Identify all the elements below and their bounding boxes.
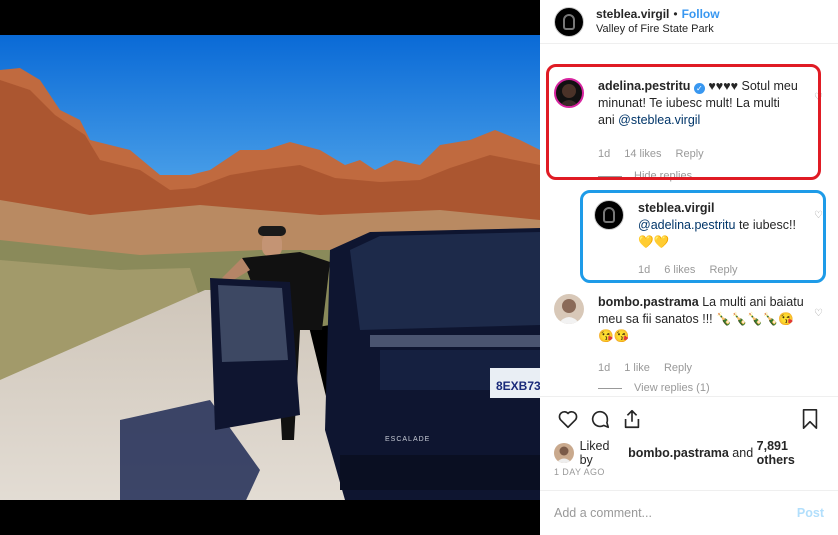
reply-username[interactable]: steblea.virgil <box>638 201 714 215</box>
likes-others[interactable]: 7,891 others <box>757 439 828 467</box>
comment-likes[interactable]: 14 likes <box>624 148 661 160</box>
add-comment-bar: Post <box>540 490 838 535</box>
reply-age[interactable]: 1d <box>638 264 650 276</box>
avatar-logo-icon <box>563 13 575 30</box>
comment-username[interactable]: bombo.pastrama <box>598 295 699 309</box>
comment-item: adelina.pestritu ✓ ♥♥♥♥ Sotul meu minuna… <box>554 78 838 188</box>
comment-mention[interactable]: @steblea.virgil <box>618 113 700 127</box>
comments-list[interactable]: adelina.pestritu ✓ ♥♥♥♥ Sotul meu minuna… <box>540 56 838 396</box>
comment-avatar[interactable] <box>554 294 584 324</box>
post-timestamp[interactable]: 1 DAY AGO <box>554 467 605 477</box>
reply-body: steblea.virgil @adelina.pestritu te iube… <box>638 200 798 251</box>
comment-avatar[interactable] <box>554 78 584 108</box>
likes-middle: and <box>728 446 757 460</box>
toggle-label: View replies (1) <box>634 382 710 394</box>
avatar-logo-icon <box>603 207 615 223</box>
reply-meta: 1d 6 likes Reply <box>638 264 738 276</box>
separator-dot: • <box>673 6 678 21</box>
reply-text: te iubesc!! <box>735 218 796 232</box>
reply-avatar[interactable] <box>594 200 624 230</box>
avatar-photo-icon <box>559 84 579 106</box>
comment-button[interactable] <box>584 403 616 435</box>
liker-avatar[interactable] <box>554 443 574 463</box>
comment-body: adelina.pestritu ✓ ♥♥♥♥ Sotul meu minuna… <box>598 78 798 129</box>
comment-bubble-icon <box>591 410 610 428</box>
comment-likes[interactable]: 1 like <box>624 362 650 374</box>
comment-age[interactable]: 1d <box>598 148 610 160</box>
follow-button[interactable]: Follow <box>682 7 720 21</box>
comment-like-heart-icon[interactable]: ♡ <box>814 308 824 319</box>
likes-summary: Liked by bombo.pastrama and 7,891 others <box>554 439 828 467</box>
comment-meta: 1d 1 like Reply <box>598 362 692 374</box>
post-photo[interactable]: 8EXB73 ESCALADE <box>0 0 540 535</box>
reply-button[interactable]: Reply <box>676 148 704 160</box>
post-header: steblea.virgil • Follow Valley of Fire Sta… <box>540 0 838 44</box>
toggle-label: Hide replies <box>634 170 693 182</box>
reply-likes[interactable]: 6 likes <box>664 264 695 276</box>
avatar-photo-icon <box>558 299 580 324</box>
post-location[interactable]: Valley of Fire State Park <box>596 22 720 37</box>
save-button[interactable] <box>794 403 826 435</box>
bookmark-icon <box>802 408 818 429</box>
likes-prefix: Liked by <box>579 439 610 467</box>
verified-badge-icon: ✓ <box>693 83 705 94</box>
comment-meta: 1d 14 likes Reply <box>598 148 704 160</box>
comment-body: bombo.pastrama La multi ani baiatu meu s… <box>598 294 808 345</box>
reply-like-heart-icon[interactable]: ♡ <box>814 210 824 221</box>
comment-like-heart-icon[interactable]: ♡ <box>814 92 824 103</box>
share-button[interactable] <box>616 403 648 435</box>
post-header-text: steblea.virgil • Follow Valley of Fire Sta… <box>596 7 720 37</box>
post-side-panel: steblea.virgil • Follow Valley of Fire Sta… <box>540 0 838 535</box>
instagram-post-view: 8EXB73 ESCALADE steblea.virgil • Follow Va… <box>0 0 838 535</box>
comment-username[interactable]: adelina.pestritu <box>598 79 690 93</box>
liker-username[interactable]: bombo.pastrama <box>628 446 729 460</box>
hide-replies-toggle[interactable]: Hide replies <box>598 170 692 182</box>
avatar-photo-icon <box>556 446 572 463</box>
share-upload-icon <box>624 409 640 428</box>
author-avatar[interactable] <box>554 6 584 37</box>
view-replies-toggle[interactable]: View replies (1) <box>598 382 710 394</box>
like-button[interactable] <box>552 403 584 435</box>
comment-item: bombo.pastrama La multi ani baiatu meu s… <box>554 294 838 396</box>
author-username[interactable]: steblea.virgil <box>596 7 669 21</box>
add-comment-input[interactable] <box>554 506 797 520</box>
desert-car-photo: 8EXB73 ESCALADE <box>0 0 540 535</box>
heart-icon <box>558 410 578 428</box>
reply-button[interactable]: Reply <box>664 362 692 374</box>
post-comment-button[interactable]: Post <box>797 506 824 520</box>
license-plate: 8EXB73 <box>496 379 540 393</box>
reply-mention[interactable]: @adelina.pestritu <box>638 218 735 232</box>
reply-emoji: 💛💛 <box>638 235 670 249</box>
reply-reply-button[interactable]: Reply <box>709 264 737 276</box>
escalade-badge: ESCALADE <box>385 436 430 443</box>
comment-age[interactable]: 1d <box>598 362 610 374</box>
action-bar <box>540 396 838 440</box>
reply-item: steblea.virgil @adelina.pestritu te iube… <box>594 200 838 280</box>
